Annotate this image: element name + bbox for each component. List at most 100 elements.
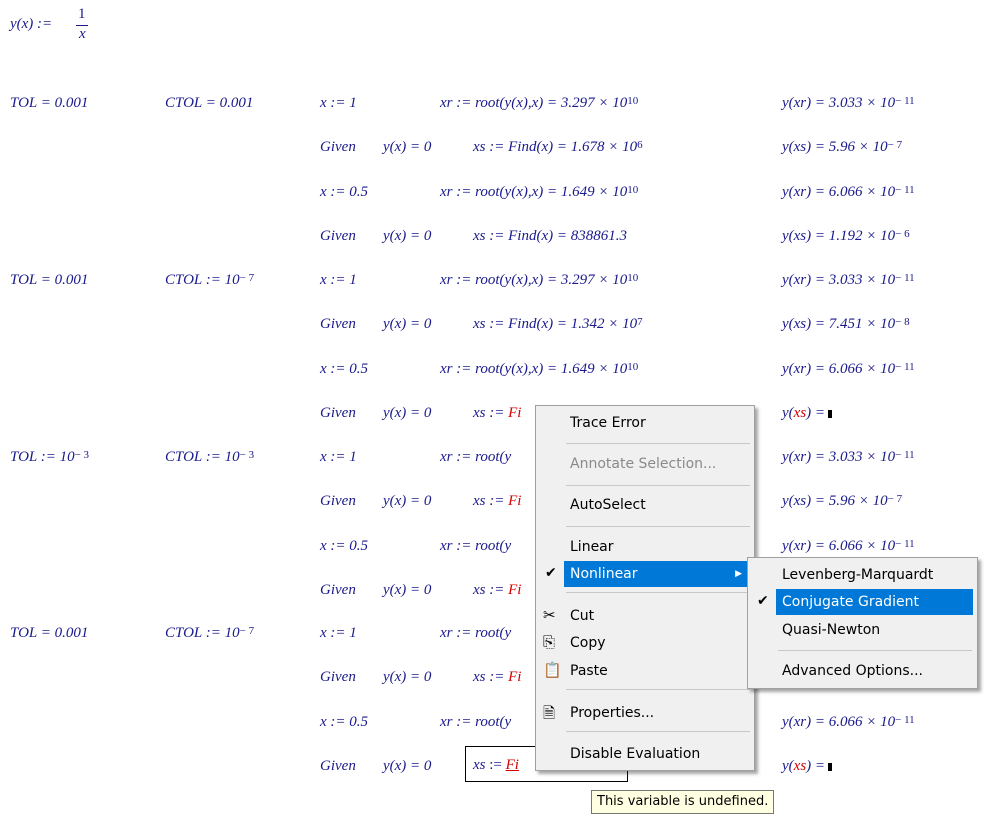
- constraint-equation[interactable]: y(x) = 0: [383, 227, 431, 245]
- menu-item-linear[interactable]: Linear: [536, 534, 752, 560]
- residual-evaluation[interactable]: y(xr) = 3.033 × 10− 11: [782, 448, 915, 467]
- residual-evaluation[interactable]: y(xs) = 1.192 × 10− 6: [782, 227, 910, 246]
- undefined-function[interactable]: Fi: [508, 582, 521, 598]
- submenu-item-label: Advanced Options...: [782, 663, 923, 679]
- given-keyword[interactable]: Given: [320, 668, 356, 686]
- definition-lhs: y(x) :=: [10, 16, 53, 32]
- residual-evaluation[interactable]: y(xs) = 5.96 × 10− 7: [782, 492, 902, 511]
- find-result[interactable]: xs := Find(x) = 1.678 × 106: [473, 138, 643, 157]
- find-result[interactable]: xs := Find(x) = 838861.3: [473, 227, 627, 245]
- residual-evaluation-exponent: − 11: [895, 95, 915, 107]
- find-result[interactable]: xs := Find(x) = 1.342 × 107: [473, 315, 643, 334]
- guess-assignment[interactable]: x := 0.5: [320, 713, 368, 731]
- residual-evaluation[interactable]: y(xr) = 6.066 × 10− 11: [782, 537, 915, 556]
- tol-definition[interactable]: TOL = 0.001: [10, 624, 88, 642]
- residual-evaluation[interactable]: y(xr) = 6.066 × 10− 11: [782, 360, 915, 379]
- constraint-equation[interactable]: y(x) = 0: [383, 668, 431, 686]
- submenu-item-levenberg-marquardt[interactable]: Levenberg-Marquardt: [748, 562, 975, 588]
- find-result[interactable]: xs := Fi: [473, 581, 521, 599]
- root-result[interactable]: xr := root(y: [440, 537, 511, 555]
- menu-item-autoselect[interactable]: AutoSelect: [536, 492, 752, 518]
- constraint-equation[interactable]: y(x) = 0: [383, 138, 431, 156]
- constraint-equation[interactable]: y(x) = 0: [383, 492, 431, 510]
- constraint-equation[interactable]: y(x) = 0: [383, 581, 431, 599]
- given-keyword[interactable]: Given: [320, 227, 356, 245]
- undefined-function[interactable]: Fi: [508, 405, 521, 421]
- guess-assignment[interactable]: x := 0.5: [320, 183, 368, 201]
- tol-definition[interactable]: TOL = 0.001: [10, 271, 88, 289]
- residual-evaluation-exponent: − 11: [895, 713, 915, 726]
- copy-icon: ⎘: [543, 633, 556, 651]
- root-result-exponent: 10: [627, 360, 639, 373]
- guess-assignment[interactable]: x := 0.5: [320, 537, 368, 555]
- undefined-variable[interactable]: xs: [794, 405, 807, 421]
- residual-evaluation[interactable]: y(xs) = 5.96 × 10− 7: [782, 138, 902, 157]
- guess-assignment[interactable]: x := 1: [320, 271, 357, 289]
- constraint-equation[interactable]: y(x) = 0: [383, 404, 431, 422]
- root-result[interactable]: xr := root(y(x),x) = 3.297 × 1010: [440, 94, 638, 113]
- properties-icon: 🗎: [543, 704, 556, 722]
- selected-find-expression[interactable]: xs := Fi: [473, 756, 519, 774]
- given-keyword[interactable]: Given: [320, 404, 356, 422]
- constraint-equation[interactable]: y(x) = 0: [383, 757, 431, 775]
- undefined-function[interactable]: Fi: [508, 493, 521, 509]
- menu-item-disable-evaluation[interactable]: Disable Evaluation: [536, 741, 752, 767]
- root-result[interactable]: xr := root(y: [440, 624, 511, 642]
- given-keyword[interactable]: Given: [320, 315, 356, 333]
- ctol-definition[interactable]: CTOL := 10− 7: [165, 271, 254, 290]
- root-result[interactable]: xr := root(y(x),x) = 3.297 × 1010: [440, 271, 638, 290]
- worksheet[interactable]: y(x) := 1 x TOL = 0.001 CTOL = 0.001 x := …: [0, 0, 999, 819]
- tol-definition[interactable]: TOL := 10− 3: [10, 448, 89, 467]
- ctol-definition[interactable]: CTOL := 10− 7: [165, 624, 254, 643]
- undefined-variable[interactable]: xs: [794, 758, 807, 774]
- residual-evaluation[interactable]: y(xs) =: [782, 404, 833, 422]
- ctol-definition[interactable]: CTOL = 0.001: [165, 94, 253, 112]
- guess-assignment[interactable]: x := 1: [320, 624, 357, 642]
- guess-assignment[interactable]: x := 1: [320, 448, 357, 466]
- find-result[interactable]: xs := Fi: [473, 492, 521, 510]
- guess-assignment[interactable]: x := 1: [320, 94, 357, 112]
- given-keyword[interactable]: Given: [320, 492, 356, 510]
- residual-evaluation[interactable]: y(xr) = 6.066 × 10− 11: [782, 713, 915, 732]
- residual-evaluation[interactable]: y(xs) =: [782, 757, 833, 775]
- menu-item-annotate-selection: Annotate Selection...: [536, 451, 752, 477]
- residual-evaluation-exponent: − 6: [895, 227, 910, 240]
- residual-evaluation[interactable]: y(xr) = 3.033 × 10− 11: [782, 94, 915, 113]
- menu-item-copy[interactable]: Copy: [536, 630, 752, 656]
- menu-item-label: AutoSelect: [570, 497, 646, 513]
- find-result[interactable]: xs := Fi: [473, 668, 521, 686]
- menu-item-trace-error[interactable]: Trace Error: [536, 410, 752, 436]
- constraint-equation[interactable]: y(x) = 0: [383, 315, 431, 333]
- residual-evaluation[interactable]: y(xr) = 3.033 × 10− 11: [782, 271, 915, 290]
- menu-item-paste[interactable]: Paste: [536, 658, 752, 684]
- menu-item-label: Disable Evaluation: [570, 746, 701, 762]
- residual-evaluation[interactable]: y(xs) = 7.451 × 10− 8: [782, 315, 910, 334]
- given-keyword[interactable]: Given: [320, 581, 356, 599]
- root-result[interactable]: xr := root(y(x),x) = 1.649 × 1010: [440, 360, 638, 379]
- checkmark-icon: ✔: [545, 565, 557, 581]
- tol-definition[interactable]: TOL = 0.001: [10, 94, 88, 112]
- checkmark-icon: ✔: [757, 593, 769, 609]
- definition-numerator: 1: [78, 6, 86, 22]
- residual-evaluation-exponent: − 11: [895, 449, 915, 461]
- ctol-definition[interactable]: CTOL := 10− 3: [165, 448, 254, 467]
- menu-item-nonlinear[interactable]: Nonlinear ▶: [564, 561, 752, 587]
- root-result[interactable]: xr := root(y: [440, 448, 511, 466]
- ctol-definition-exponent: − 7: [239, 272, 255, 284]
- find-result[interactable]: xs := Fi: [473, 404, 521, 422]
- submenu-item-advanced-options[interactable]: Advanced Options...: [748, 658, 975, 684]
- menu-item-cut[interactable]: Cut: [536, 603, 752, 629]
- menu-item-label: Cut: [570, 608, 595, 624]
- submenu-item-quasi-newton[interactable]: Quasi-Newton: [748, 617, 975, 643]
- residual-evaluation[interactable]: y(xr) = 6.066 × 10− 11: [782, 183, 915, 202]
- menu-item-properties[interactable]: Properties...: [536, 700, 752, 726]
- menu-separator: [566, 526, 750, 527]
- submenu-item-conjugate-gradient[interactable]: Conjugate Gradient: [776, 589, 973, 615]
- root-result[interactable]: xr := root(y: [440, 713, 511, 731]
- root-result[interactable]: xr := root(y(x),x) = 1.649 × 1010: [440, 183, 638, 202]
- given-keyword[interactable]: Given: [320, 138, 356, 156]
- undefined-function[interactable]: Fi: [508, 669, 521, 685]
- root-result-exponent: 10: [627, 272, 639, 284]
- given-keyword[interactable]: Given: [320, 757, 356, 775]
- guess-assignment[interactable]: x := 0.5: [320, 360, 368, 378]
